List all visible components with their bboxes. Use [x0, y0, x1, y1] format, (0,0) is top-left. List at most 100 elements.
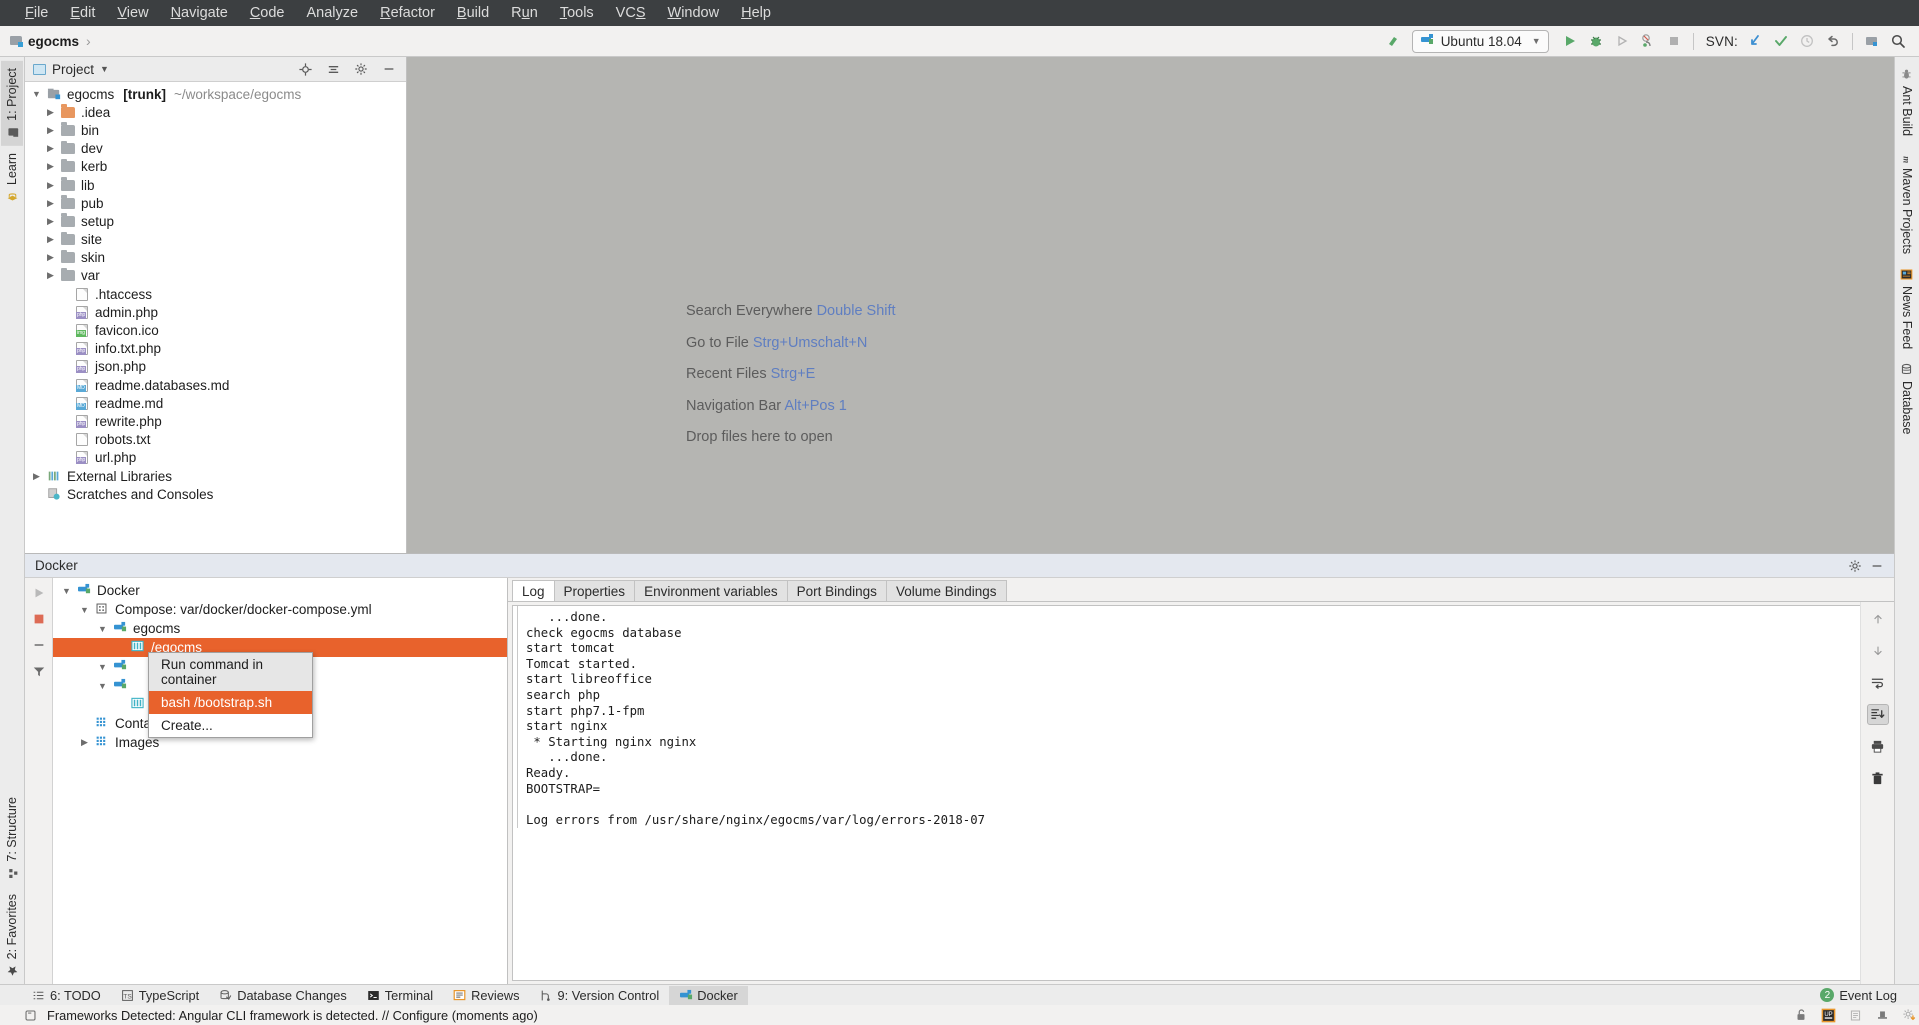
docker-tree-row[interactable]: Docker [53, 581, 507, 600]
expand-arrow-icon[interactable] [45, 234, 56, 245]
expand-arrow-icon[interactable] [79, 605, 90, 615]
chevron-down-icon[interactable]: ▼ [100, 64, 109, 74]
run-with-coverage-button[interactable] [1609, 28, 1635, 54]
menu-item-build[interactable]: Build [446, 3, 500, 24]
menu-item-view[interactable]: View [106, 3, 159, 24]
menu-item-tools[interactable]: Tools [549, 3, 605, 24]
expand-arrow-icon[interactable] [45, 161, 56, 172]
menu-item-help[interactable]: Help [730, 3, 782, 24]
tree-row[interactable]: php url.php [25, 449, 406, 467]
breadcrumb[interactable]: egocms › [0, 33, 91, 49]
tree-row[interactable]: var [25, 267, 406, 285]
docker-tree-row[interactable]: egocms [53, 619, 507, 638]
tree-row[interactable]: lib [25, 176, 406, 194]
tree-row[interactable]: php admin.php [25, 303, 406, 321]
project-settings-icon[interactable] [1859, 28, 1885, 54]
expand-arrow-icon[interactable] [97, 662, 108, 672]
collapse-icon[interactable] [30, 636, 47, 653]
menu-item-file[interactable]: File [14, 3, 59, 24]
tool-window-button-9-version-control[interactable]: 9: Version Control [529, 986, 669, 1005]
tree-row[interactable]: egocms [trunk] ~/workspace/egocms [25, 85, 406, 103]
menu-item-analyze[interactable]: Analyze [296, 3, 370, 24]
clear-icon[interactable] [1867, 768, 1889, 789]
tree-row[interactable]: php info.txt.php [25, 340, 406, 358]
tree-row[interactable]: php json.php [25, 358, 406, 376]
menu-item-window[interactable]: Window [657, 3, 731, 24]
tool-window-button-database-changes[interactable]: Database Changes [209, 986, 357, 1005]
stop-icon[interactable] [30, 610, 47, 627]
gear-icon[interactable] [1844, 556, 1866, 576]
popup-item-bootstrap[interactable]: bash /bootstrap.sh [149, 691, 312, 714]
expand-arrow-icon[interactable] [45, 125, 56, 136]
expand-arrow-icon[interactable] [61, 586, 72, 596]
tool-window-button-docker[interactable]: Docker [669, 985, 748, 1005]
expand-arrow-icon[interactable] [45, 180, 56, 191]
tab-port-bindings[interactable]: Port Bindings [786, 580, 887, 601]
expand-arrow-icon[interactable] [97, 681, 108, 691]
expand-arrow-icon[interactable] [45, 143, 56, 154]
menu-item-refactor[interactable]: Refactor [369, 3, 446, 24]
tool-window-tab-structure[interactable]: 7: Structure [1, 790, 23, 887]
tree-row[interactable]: kerb [25, 158, 406, 176]
expand-arrow-icon[interactable] [97, 624, 108, 634]
scroll-from-source-icon[interactable] [294, 59, 316, 79]
docker-tree-row[interactable]: Compose: var/docker/docker-compose.yml [53, 600, 507, 619]
hat-icon[interactable] [1872, 1007, 1892, 1023]
run-button[interactable] [1557, 28, 1583, 54]
collapse-all-icon[interactable] [322, 59, 344, 79]
expand-arrow-icon[interactable] [31, 89, 42, 99]
print-icon[interactable] [1867, 736, 1889, 757]
tree-row[interactable]: MD readme.databases.md [25, 376, 406, 394]
expand-arrow-icon[interactable] [45, 107, 56, 118]
lock-icon[interactable] [1791, 1007, 1811, 1023]
run-icon[interactable] [30, 584, 47, 601]
run-command-popup[interactable]: Run command in container bash /bootstrap… [148, 652, 313, 738]
run-configuration-selector[interactable]: Ubuntu 18.04 ▼ [1411, 29, 1549, 53]
tab-environment-variables[interactable]: Environment variables [634, 580, 788, 601]
tree-row[interactable]: pub [25, 194, 406, 212]
hide-panel-icon[interactable] [378, 59, 400, 79]
tool-window-tab-database[interactable]: Database [1896, 356, 1918, 442]
svn-rollback-icon[interactable] [1820, 28, 1846, 54]
breadcrumb-project[interactable]: egocms [28, 34, 79, 49]
expand-arrow-icon[interactable] [45, 198, 56, 209]
tool-window-tab-project[interactable]: 1: Project [1, 61, 23, 146]
tree-row[interactable]: setup [25, 212, 406, 230]
search-icon[interactable] [1885, 28, 1911, 54]
expand-arrow-icon[interactable] [45, 270, 56, 281]
popup-item-create[interactable]: Create... [149, 714, 312, 737]
gear-download-icon[interactable] [1899, 1007, 1919, 1023]
back-arrow-icon[interactable] [1380, 28, 1406, 54]
tool-window-tab-ant-build[interactable]: Ant Build [1896, 61, 1918, 143]
tree-row[interactable]: .idea [25, 103, 406, 121]
expand-arrow-icon[interactable] [79, 737, 90, 748]
tab-volume-bindings[interactable]: Volume Bindings [885, 580, 1007, 601]
tree-row[interactable]: MD readme.md [25, 394, 406, 412]
docker-tree[interactable]: Docker Compose: var/docker/docker-compose… [53, 578, 508, 984]
expand-arrow-icon[interactable] [45, 216, 56, 227]
tree-row[interactable]: robots.txt [25, 431, 406, 449]
tool-window-tab-favorites[interactable]: 2: Favorites [1, 887, 23, 984]
tree-row[interactable]: External Libraries [25, 467, 406, 485]
event-log-button[interactable]: 2 Event Log [1810, 986, 1919, 1005]
attach-profiler-button[interactable] [1635, 28, 1661, 54]
scroll-to-end-icon[interactable] [1866, 704, 1889, 725]
tool-window-tab-maven-projects[interactable]: m Maven Projects [1896, 143, 1918, 261]
tool-window-tab-news-feed[interactable]: News Feed [1896, 261, 1918, 356]
menu-item-vcs[interactable]: VCS [605, 3, 657, 24]
menu-item-edit[interactable]: Edit [59, 3, 106, 24]
expand-arrow-icon[interactable] [45, 252, 56, 263]
hide-panel-icon[interactable] [1866, 556, 1888, 576]
up-icon[interactable]: UP [1818, 1007, 1838, 1023]
tool-window-button-reviews[interactable]: Reviews [443, 986, 529, 1005]
tool-window-button-terminal[interactable]: Terminal [357, 986, 443, 1005]
tree-row[interactable]: site [25, 231, 406, 249]
tab-properties[interactable]: Properties [553, 580, 636, 601]
svn-commit-icon[interactable] [1768, 28, 1794, 54]
project-tree[interactable]: egocms [trunk] ~/workspace/egocms .idea bin d… [25, 82, 406, 553]
tab-log[interactable]: Log [512, 580, 555, 601]
tree-row[interactable]: skin [25, 249, 406, 267]
tree-row[interactable]: img favicon.ico [25, 321, 406, 339]
menu-item-code[interactable]: Code [239, 3, 296, 24]
menu-item-navigate[interactable]: Navigate [160, 3, 239, 24]
